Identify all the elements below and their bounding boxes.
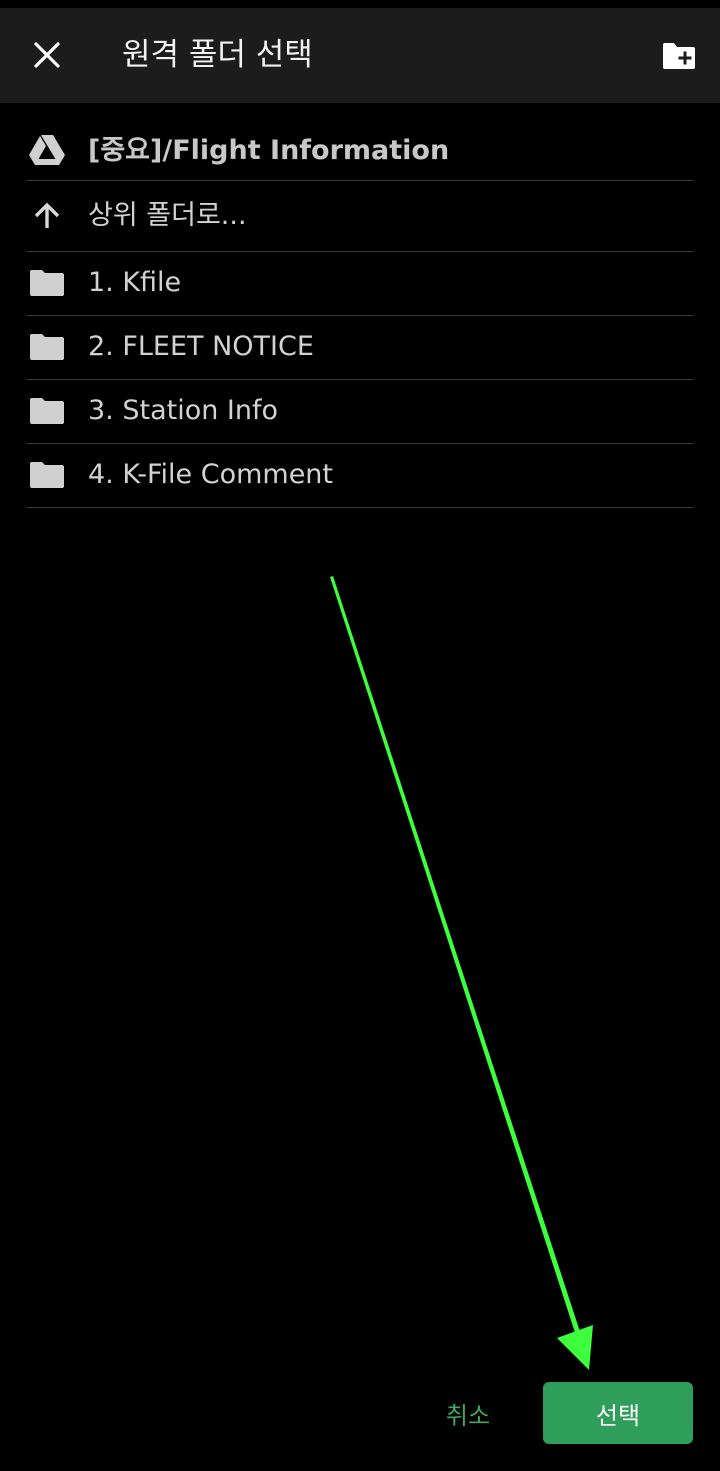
folder-label: 1. Kfile	[88, 267, 182, 298]
parent-folder-row[interactable]: 상위 폴더로...	[27, 181, 693, 252]
create-new-folder-icon	[663, 43, 695, 69]
cancel-button[interactable]: 취소	[418, 1382, 518, 1444]
list-item[interactable]: 2. FLEET NOTICE	[27, 316, 693, 380]
list-item[interactable]: 4. K-File Comment	[27, 444, 693, 508]
folder-icon	[27, 397, 67, 425]
app-bar: 원격 폴더 선택	[0, 8, 720, 103]
parent-folder-label: 상위 폴더로...	[88, 200, 247, 231]
folder-icon	[27, 269, 67, 297]
close-icon	[34, 42, 60, 68]
create-folder-button[interactable]	[650, 30, 708, 82]
list-item[interactable]: 3. Station Info	[27, 380, 693, 444]
folder-list: [중요]/Flight Information 상위 폴더로... 1. Kfi…	[27, 120, 693, 508]
google-drive-icon	[27, 134, 67, 166]
folder-label: 4. K-File Comment	[88, 459, 334, 490]
arrow-up-icon	[27, 201, 67, 231]
folder-label: 2. FLEET NOTICE	[88, 331, 314, 362]
list-item[interactable]: 1. Kfile	[27, 252, 693, 316]
folder-label: 3. Station Info	[88, 395, 279, 426]
folder-icon	[27, 333, 67, 361]
current-path-row: [중요]/Flight Information	[27, 120, 693, 181]
page-title: 원격 폴더 선택	[122, 37, 313, 73]
status-strip	[0, 0, 720, 8]
select-button[interactable]: 선택	[543, 1382, 693, 1444]
current-path-label: [중요]/Flight Information	[88, 135, 450, 166]
folder-icon	[27, 461, 67, 489]
close-button[interactable]	[14, 24, 80, 86]
